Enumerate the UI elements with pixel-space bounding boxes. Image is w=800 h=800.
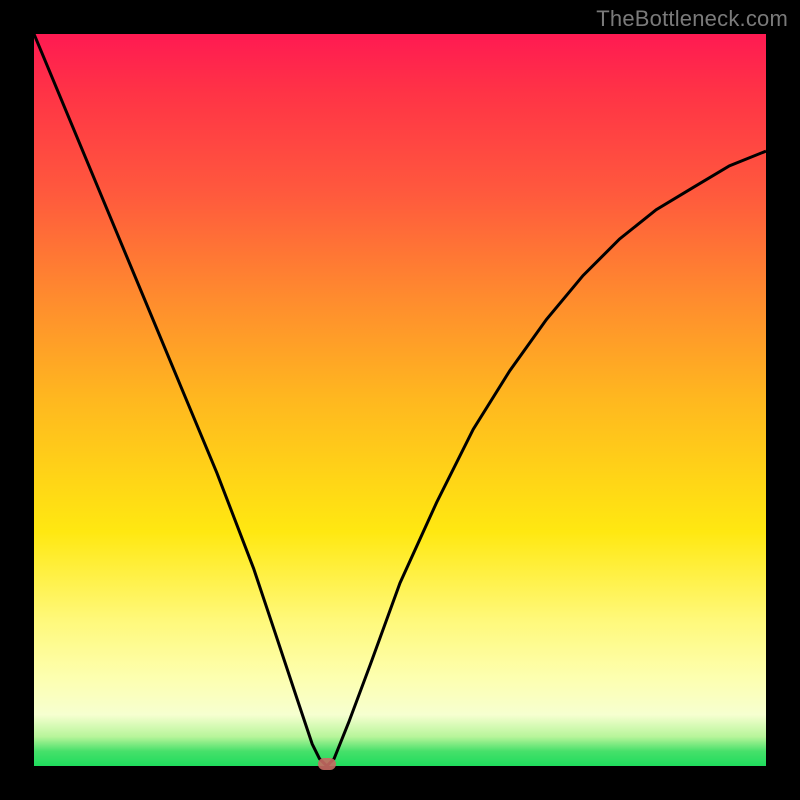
watermark-text: TheBottleneck.com (596, 6, 788, 32)
bottleneck-curve (34, 34, 766, 766)
optimal-point-marker (318, 758, 336, 770)
chart-frame: TheBottleneck.com (0, 0, 800, 800)
plot-area (34, 34, 766, 766)
curve-path (34, 34, 766, 766)
